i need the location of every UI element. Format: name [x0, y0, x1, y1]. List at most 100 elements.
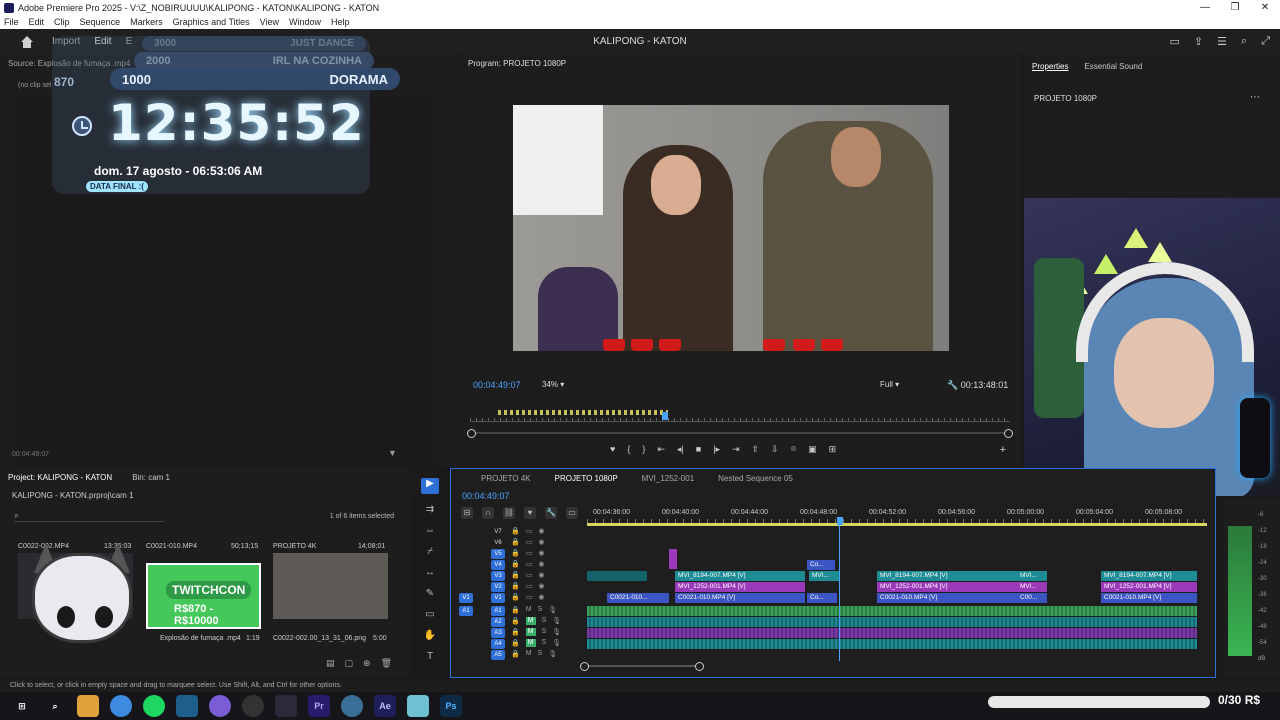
mic-icon[interactable]: 🎙 [548, 650, 557, 658]
menu-icon[interactable]: ☰ [1217, 35, 1227, 48]
tab-essential-sound[interactable]: Essential Sound [1084, 62, 1142, 71]
mic-icon[interactable]: 🎙 [548, 606, 557, 614]
track-label[interactable]: A1 [491, 606, 505, 616]
program-timecode[interactable]: 00:04:49:07 [473, 380, 521, 390]
premiere-icon[interactable]: Pr [308, 695, 330, 717]
stop-icon[interactable]: ■ [696, 444, 701, 455]
photoshop-icon[interactable]: Ps [440, 695, 462, 717]
program-title[interactable]: Program: PROJETO 1080P [460, 54, 1022, 72]
comparison-icon[interactable]: ▣ [808, 444, 817, 455]
clip-v3[interactable]: MVI_8194-007.MP4 [V] [877, 571, 1017, 581]
automate-icon[interactable]: ▤ [326, 658, 335, 672]
clip-v2[interactable]: MVI... [1017, 582, 1047, 592]
track-label[interactable]: A4 [491, 639, 505, 649]
timeline-playhead[interactable] [837, 517, 843, 525]
filter-icon[interactable]: ▼ [388, 448, 397, 458]
tab-projeto-1080p[interactable]: PROJETO 1080P [555, 474, 618, 483]
menu-clip[interactable]: Clip [54, 17, 70, 27]
hand-icon[interactable]: ✋ [424, 630, 436, 641]
app-icon[interactable] [407, 695, 429, 717]
track-label[interactable]: V4 [491, 560, 505, 570]
lift-icon[interactable]: ⇧ [752, 444, 760, 455]
clip-v3[interactable]: MVI... [809, 571, 839, 581]
chrome-icon[interactable] [110, 695, 132, 717]
eye-icon[interactable]: ◉ [538, 593, 544, 601]
clip-v3[interactable]: MVI_8194-007.MP4 [V] [675, 571, 805, 581]
ripple-edit-icon[interactable]: ⇔ [425, 525, 435, 536]
fullscreen-icon[interactable]: ⤢ [1261, 35, 1270, 48]
solo-icon[interactable]: S [538, 606, 543, 614]
clip-v5[interactable] [669, 549, 677, 569]
track-label[interactable]: A2 [491, 617, 505, 627]
mic-icon[interactable]: 🎙 [552, 617, 561, 625]
lock-icon[interactable]: 🔒 [511, 549, 520, 557]
clip-v1[interactable]: C00... [1017, 593, 1047, 603]
razor-icon[interactable]: ⌿ [427, 546, 433, 557]
thumb-explosao-selected[interactable]: TWITCHCON R$870 - R$10000 [146, 563, 261, 629]
source-patch[interactable]: V1 [459, 593, 473, 603]
sync-icon[interactable]: ▭ [526, 571, 533, 579]
program-ruler[interactable] [470, 410, 1010, 422]
solo-icon[interactable]: S [542, 639, 547, 647]
go-to-out-icon[interactable]: ⇥ [732, 444, 740, 455]
program-zoom-scrollbar[interactable] [467, 429, 1013, 438]
mute-icon[interactable]: M [525, 628, 536, 636]
track-label[interactable]: V3 [491, 571, 505, 581]
menu-graphics[interactable]: Graphics and Titles [173, 17, 250, 27]
timeline-scrollbar[interactable] [580, 662, 704, 671]
linked-icon[interactable]: ⛓ [503, 507, 515, 519]
sync-icon[interactable]: ▭ [526, 560, 533, 568]
mark-out-icon[interactable]: } [642, 444, 645, 455]
track-select-icon[interactable]: ⇉ [426, 504, 434, 515]
tab-nested-sequence[interactable]: Nested Sequence 05 [718, 474, 793, 483]
playhead[interactable] [662, 412, 668, 420]
clip-v4[interactable]: Co... [807, 560, 835, 570]
app-icon[interactable] [341, 695, 363, 717]
solo-icon[interactable]: S [542, 617, 547, 625]
eye-icon[interactable]: ◉ [538, 560, 544, 568]
snap-icon[interactable]: ∩ [482, 507, 494, 519]
trash-icon[interactable]: 🗑 [381, 658, 392, 672]
selection-tool-icon[interactable]: ▶ [421, 478, 439, 494]
file-explorer-icon[interactable] [77, 695, 99, 717]
clip-v2[interactable]: MVI_1252-001.MP4 [V] [1101, 582, 1197, 592]
track-label[interactable]: V5 [491, 549, 505, 559]
clip-v1[interactable]: C0021-010... [607, 593, 669, 603]
minimize-icon[interactable]: — [1190, 0, 1220, 15]
tab-projeto-4k[interactable]: PROJETO 4K [481, 474, 531, 483]
mic-icon[interactable]: 🎙 [552, 628, 561, 636]
mute-icon[interactable]: M [525, 639, 536, 647]
menu-window[interactable]: Window [289, 17, 321, 27]
mute-icon[interactable]: M [526, 650, 532, 658]
sync-icon[interactable]: ▭ [526, 527, 533, 535]
menu-sequence[interactable]: Sequence [80, 17, 121, 27]
lock-icon[interactable]: 🔒 [511, 617, 520, 625]
add-marker-icon[interactable]: ♥ [610, 444, 615, 455]
clip-v3[interactable]: MVI... [1017, 571, 1047, 581]
spotify-icon[interactable] [143, 695, 165, 717]
mic-icon[interactable]: 🎙 [552, 639, 561, 647]
mark-in-icon[interactable]: { [627, 444, 630, 455]
tab-bin[interactable]: Bin: cam 1 [132, 473, 170, 482]
lock-icon[interactable]: 🔒 [511, 639, 520, 647]
rectangle-icon[interactable]: ▭ [425, 609, 434, 620]
timeline-timecode[interactable]: 00:04:49:07 [462, 491, 510, 501]
work-area-bar[interactable] [587, 523, 1207, 526]
wrench-icon[interactable]: 🔧 [545, 507, 557, 519]
windows-start-icon[interactable]: ⊞ [11, 695, 33, 717]
sync-icon[interactable]: ▭ [526, 593, 533, 601]
eye-icon[interactable]: ◉ [538, 571, 544, 579]
audio-clip-a3[interactable] [587, 628, 1197, 638]
step-back-icon[interactable]: ◂| [677, 444, 684, 455]
clip-v1[interactable]: C0021-010.MP4 [V] [1101, 593, 1197, 603]
lock-icon[interactable]: 🔒 [511, 582, 520, 590]
track-label[interactable]: V7 [491, 527, 505, 537]
multi-cam-icon[interactable]: ⊞ [829, 444, 837, 455]
captions-icon[interactable]: ▭ [566, 507, 578, 519]
terminal-icon[interactable] [176, 695, 198, 717]
more-options-icon[interactable]: ⋯ [1250, 92, 1260, 103]
track-label[interactable]: V6 [491, 538, 505, 548]
tab-project[interactable]: Project: KALIPONG - KATON [8, 473, 112, 482]
new-bin-icon[interactable]: ▢ [345, 658, 354, 672]
share-icon[interactable]: ⇪ [1194, 35, 1203, 48]
